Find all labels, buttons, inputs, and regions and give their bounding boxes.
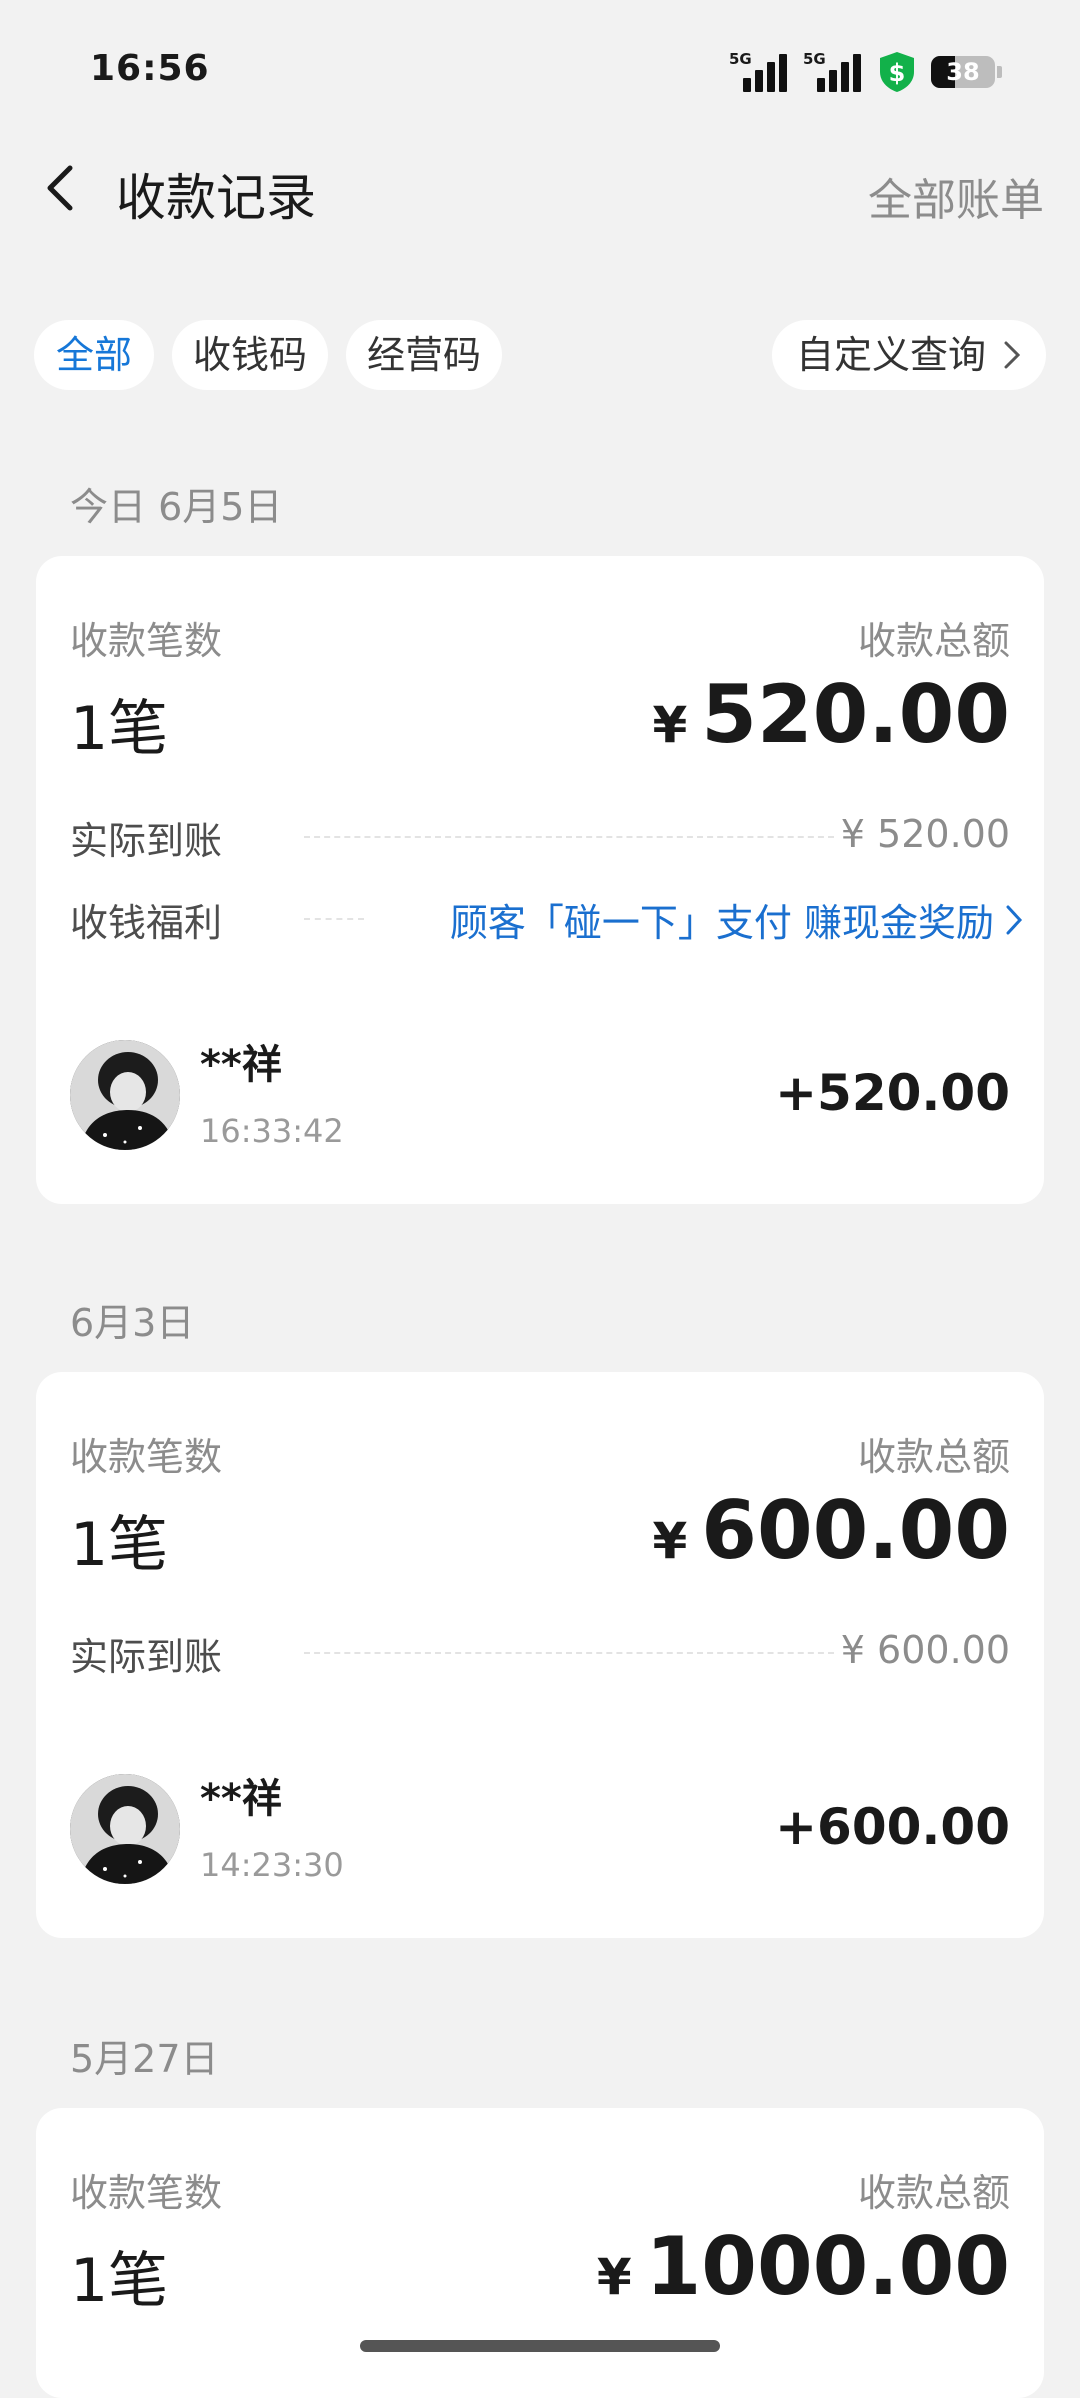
summary-card: 收款笔数 收款总额 1笔 ¥ 600.00 实际到账 ¥ 600.00 **祥 … [36, 1372, 1044, 1938]
payer-name: **祥 [200, 1776, 282, 1822]
payment-time: 14:23:30 [200, 1846, 344, 1884]
signal-icon: 5G [729, 50, 789, 94]
page-title: 收款记录 [116, 169, 316, 227]
status-time: 16:56 [90, 48, 210, 89]
summary-card: 收款笔数 收款总额 1笔 ¥ 520.00 实际到账 ¥ 520.00 收钱福利… [36, 556, 1044, 1204]
avatar [70, 1774, 180, 1884]
nav-header: 收款记录 全部账单 [0, 140, 1080, 240]
signal-label: 5G [729, 50, 752, 68]
dashed-divider [304, 836, 834, 838]
total-label: 收款总额 [857, 619, 1010, 663]
chevron-right-icon [1006, 905, 1023, 934]
dashed-divider [304, 1652, 834, 1654]
total-amount: ¥ 1000.00 [597, 2220, 1010, 2313]
svg-text:$: $ [889, 59, 906, 87]
benefit-promo-link[interactable]: 顾客「碰一下」支付 赚现金奖励 [450, 892, 1024, 947]
dashed-divider [304, 918, 364, 920]
section-date: 6月3日 [70, 1301, 195, 1345]
total-value: 1000.00 [645, 2220, 1010, 2313]
actual-received-value: ¥ 520.00 [840, 812, 1010, 856]
actual-received-label: 实际到账 [70, 819, 223, 863]
custom-query-label: 自定义查询 [795, 333, 986, 377]
custom-query-button[interactable]: 自定义查询 [771, 320, 1046, 390]
total-amount: ¥ 520.00 [652, 668, 1010, 761]
section-date: 今日 6月5日 [70, 485, 283, 529]
summary-card: 收款笔数 收款总额 1笔 ¥ 1000.00 [36, 2108, 1044, 2398]
count-label: 收款笔数 [70, 619, 223, 663]
transaction-amount: +520.00 [775, 1064, 1010, 1122]
avatar [70, 1040, 180, 1150]
total-value: 520.00 [701, 668, 1010, 761]
payment-count: 1笔 [70, 694, 169, 764]
battery-percent: 38 [946, 58, 980, 86]
filter-chip-all[interactable]: 全部 [34, 320, 154, 390]
section-date: 5月27日 [70, 2037, 219, 2081]
count-label: 收款笔数 [70, 1435, 223, 1479]
filter-chip-payment-code[interactable]: 收钱码 [172, 320, 328, 390]
home-indicator[interactable] [360, 2340, 720, 2352]
status-icons: 5G 5G $ 38 [729, 50, 1002, 94]
all-bills-link[interactable]: 全部账单 [868, 164, 1044, 228]
actual-received-label: 实际到账 [70, 1635, 223, 1679]
payment-time: 16:33:42 [200, 1112, 344, 1150]
payment-count: 1笔 [70, 2246, 169, 2316]
status-bar: 16:56 5G 5G $ 38 [0, 0, 1080, 130]
battery-icon: 38 [931, 56, 995, 88]
back-arrow-icon[interactable] [30, 158, 90, 218]
transaction-amount: +600.00 [775, 1798, 1010, 1856]
currency-symbol: ¥ [652, 1512, 688, 1570]
benefit-label: 收钱福利 [70, 901, 223, 945]
actual-received-value: ¥ 600.00 [840, 1628, 1010, 1672]
chevron-right-icon [1004, 341, 1021, 369]
filter-bar: 全部 收钱码 经营码 自定义查询 [34, 320, 1046, 390]
total-value: 600.00 [701, 1484, 1010, 1577]
benefit-promo-text: 顾客「碰一下」支付 赚现金奖励 [449, 901, 994, 945]
total-label: 收款总额 [857, 1435, 1010, 1479]
total-label: 收款总额 [857, 2171, 1010, 2215]
payer-name: **祥 [200, 1042, 282, 1088]
currency-symbol: ¥ [652, 696, 688, 754]
signal-icon: 5G [803, 50, 863, 94]
payment-count: 1笔 [70, 1510, 169, 1580]
count-label: 收款笔数 [70, 2171, 223, 2215]
currency-symbol: ¥ [596, 2248, 632, 2306]
total-amount: ¥ 600.00 [652, 1484, 1010, 1577]
filter-chip-business-code[interactable]: 经营码 [346, 320, 502, 390]
battery-tip [997, 66, 1002, 78]
shield-dollar-icon: $ [880, 52, 914, 92]
signal-label: 5G [803, 50, 826, 68]
